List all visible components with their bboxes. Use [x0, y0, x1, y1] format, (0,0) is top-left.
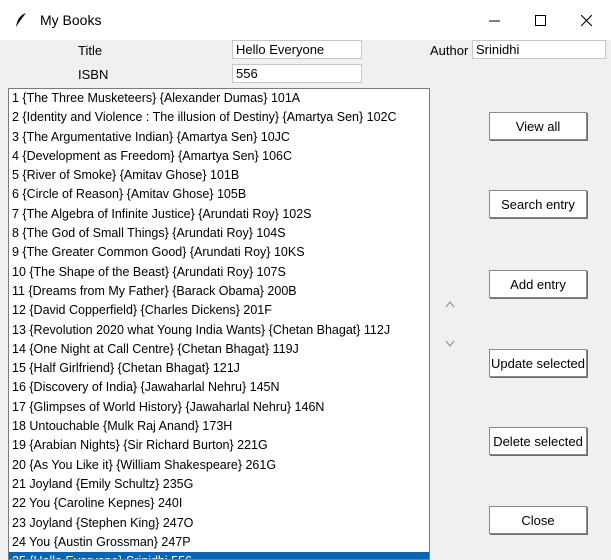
list-item[interactable]: 17 {Glimpses of World History} {Jawaharl… — [9, 398, 429, 417]
minimize-icon — [488, 20, 500, 21]
list-item[interactable]: 14 {One Night at Call Centre} {Chetan Bh… — [9, 340, 429, 359]
close-button[interactable]: Close — [489, 506, 587, 534]
chevron-up-icon — [445, 300, 455, 307]
update-selected-button[interactable]: Update selected — [489, 349, 587, 377]
maximize-button[interactable] — [517, 0, 563, 40]
list-item[interactable]: 19 {Arabian Nights} {Sir Richard Burton}… — [9, 436, 429, 455]
list-item[interactable]: 6 {Circle of Reason} {Amitav Ghose} 105B — [9, 185, 429, 204]
title-field[interactable] — [232, 40, 362, 59]
isbn-label: ISBN — [78, 67, 109, 82]
list-item[interactable]: 7 {The Algebra of Infinite Justice} {Aru… — [9, 205, 429, 224]
feather-icon — [16, 13, 26, 27]
author-label: Author — [430, 43, 469, 58]
list-item[interactable]: 18 Untouchable {Mulk Raj Anand} 173H — [9, 417, 429, 436]
list-item[interactable]: 22 You {Caroline Kepnes} 240I — [9, 494, 429, 513]
list-item[interactable]: 20 {As You Like it} {William Shakespeare… — [9, 456, 429, 475]
author-field[interactable] — [472, 40, 606, 59]
list-item[interactable]: 10 {The Shape of the Beast} {Arundati Ro… — [9, 263, 429, 282]
close-window-button[interactable] — [563, 0, 609, 40]
list-item[interactable]: 8 {The God of Small Things} {Arundati Ro… — [9, 224, 429, 243]
list-item[interactable]: 3 {The Argumentative Indian} {Amartya Se… — [9, 128, 429, 147]
maximize-icon — [534, 14, 546, 26]
list-item[interactable]: 16 {Discovery of India} {Jawaharlal Nehr… — [9, 378, 429, 397]
books-listbox[interactable]: 1 {The Three Musketeers} {Alexander Duma… — [8, 88, 430, 560]
list-item[interactable]: 4 {Development as Freedom} {Amartya Sen}… — [9, 147, 429, 166]
list-item[interactable]: 2 {Identity and Violence : The illusion … — [9, 108, 429, 127]
list-item[interactable]: 13 {Revolution 2020 what Young India Wan… — [9, 321, 429, 340]
add-entry-button[interactable]: Add entry — [489, 270, 587, 298]
list-item[interactable]: 5 {River of Smoke} {Amitav Ghose} 101B — [9, 166, 429, 185]
scroll-up-button[interactable] — [444, 298, 456, 310]
scroll-down-button[interactable] — [444, 337, 456, 349]
list-item[interactable]: 25 {Hello Everyone} Srinidhi 556 — [9, 552, 429, 559]
delete-selected-button[interactable]: Delete selected — [489, 427, 587, 455]
list-item[interactable]: 9 {The Greater Common Good} {Arundati Ro… — [9, 243, 429, 262]
search-entry-button[interactable]: Search entry — [489, 190, 587, 218]
title-label: Title — [78, 43, 103, 58]
list-item[interactable]: 15 {Half Girlfriend} {Chetan Bhagat} 121… — [9, 359, 429, 378]
list-item[interactable]: 24 You {Austin Grossman} 247P — [9, 533, 429, 552]
isbn-field[interactable] — [232, 64, 362, 83]
list-item[interactable]: 11 {Dreams from My Father} {Barack Obama… — [9, 282, 429, 301]
list-item[interactable]: 1 {The Three Musketeers} {Alexander Duma… — [9, 89, 429, 108]
list-item[interactable]: 12 {David Copperfield} {Charles Dickens}… — [9, 301, 429, 320]
window-title: My Books — [40, 12, 102, 28]
close-icon — [580, 14, 592, 26]
list-item[interactable]: 23 Joyland {Stephen King} 247O — [9, 514, 429, 533]
view-all-button[interactable]: View all — [489, 112, 587, 140]
minimize-button[interactable] — [471, 0, 517, 40]
title-bar: My Books — [0, 0, 611, 40]
chevron-down-icon — [445, 340, 455, 347]
list-item[interactable]: 21 Joyland {Emily Schultz} 235G — [9, 475, 429, 494]
